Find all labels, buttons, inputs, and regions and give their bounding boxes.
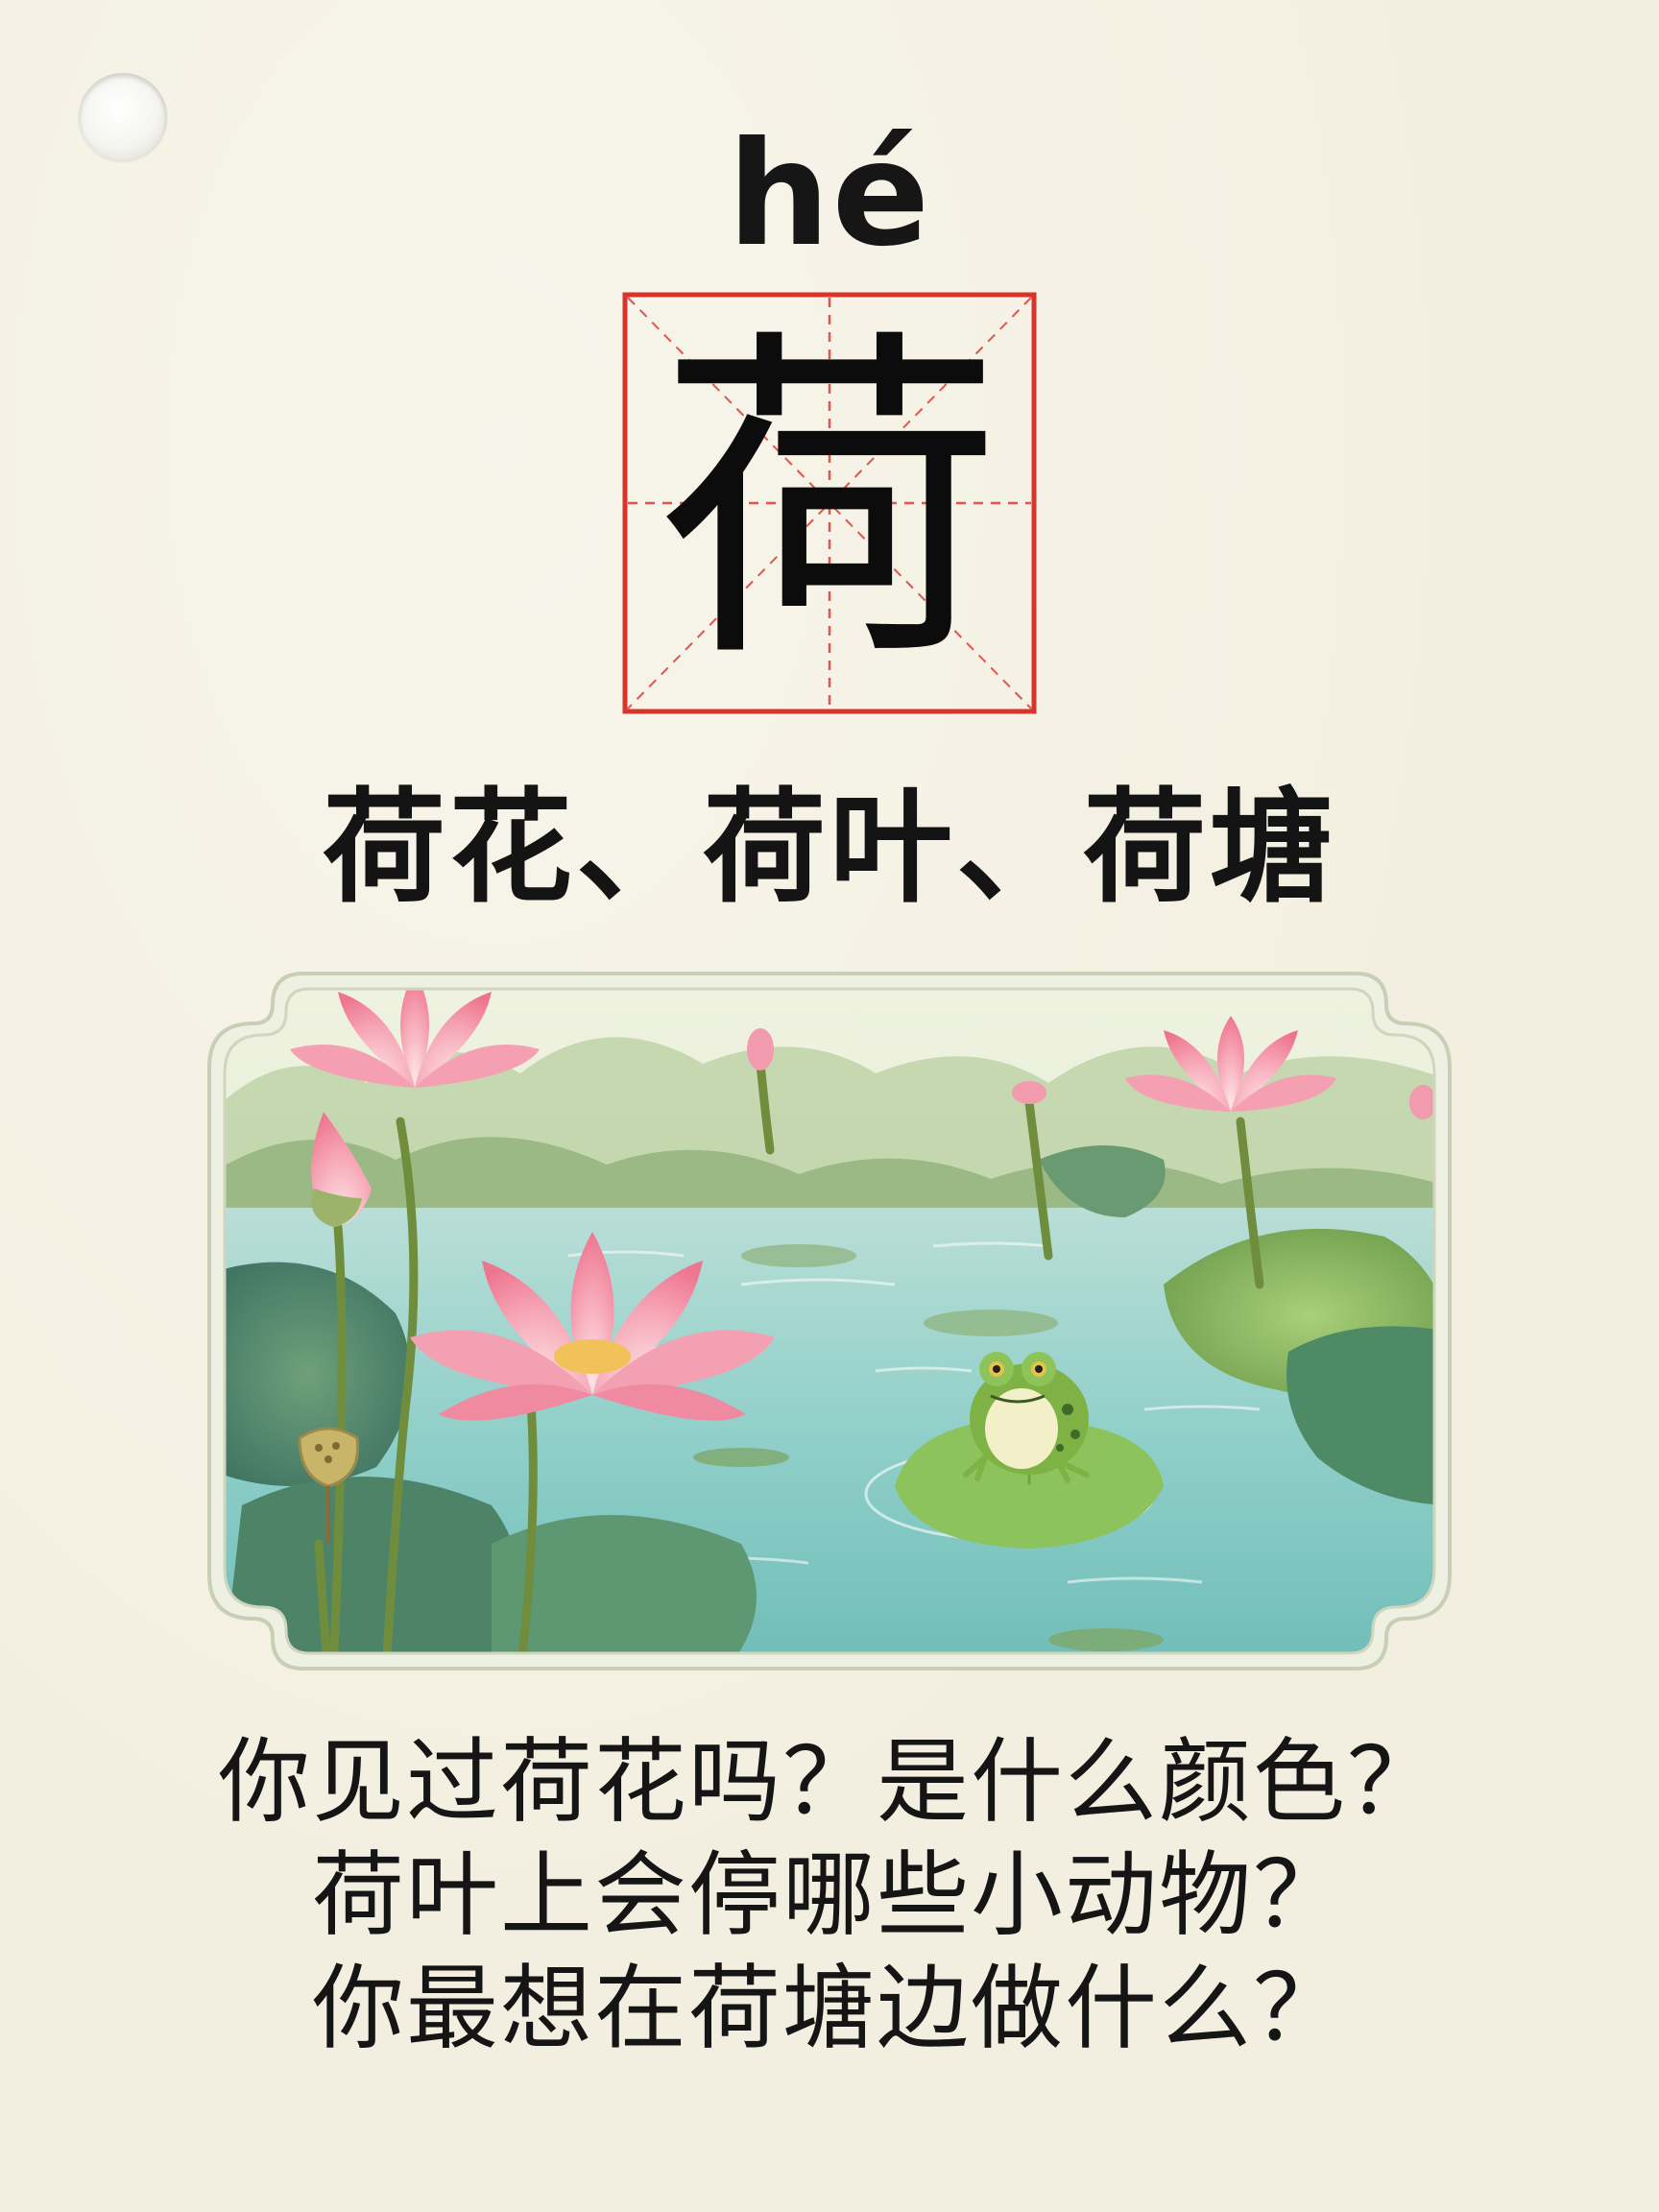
question-line: 你见过荷花吗？是什么颜色？ (218, 1728, 1441, 1836)
character-grid: 荷 (622, 292, 1037, 714)
question-line: 你最想在荷塘边做什么？ (312, 1955, 1347, 2062)
flash-card: hé 荷 荷花、荷叶、荷塘 你见过荷花吗？是什么颜色？ 荷叶上会停哪些小动物？ … (0, 0, 1659, 2212)
lotus-pond-illustration (204, 968, 1455, 1674)
question-line: 荷叶上会停哪些小动物？ (312, 1841, 1347, 1949)
main-character: 荷 (657, 301, 1002, 704)
question-list: 你见过荷花吗？是什么颜色？ 荷叶上会停哪些小动物？ 你最想在荷塘边做什么？ (0, 1736, 1659, 2076)
pinyin-label: hé (727, 111, 932, 278)
word-list: 荷花、荷叶、荷塘 (322, 777, 1336, 920)
